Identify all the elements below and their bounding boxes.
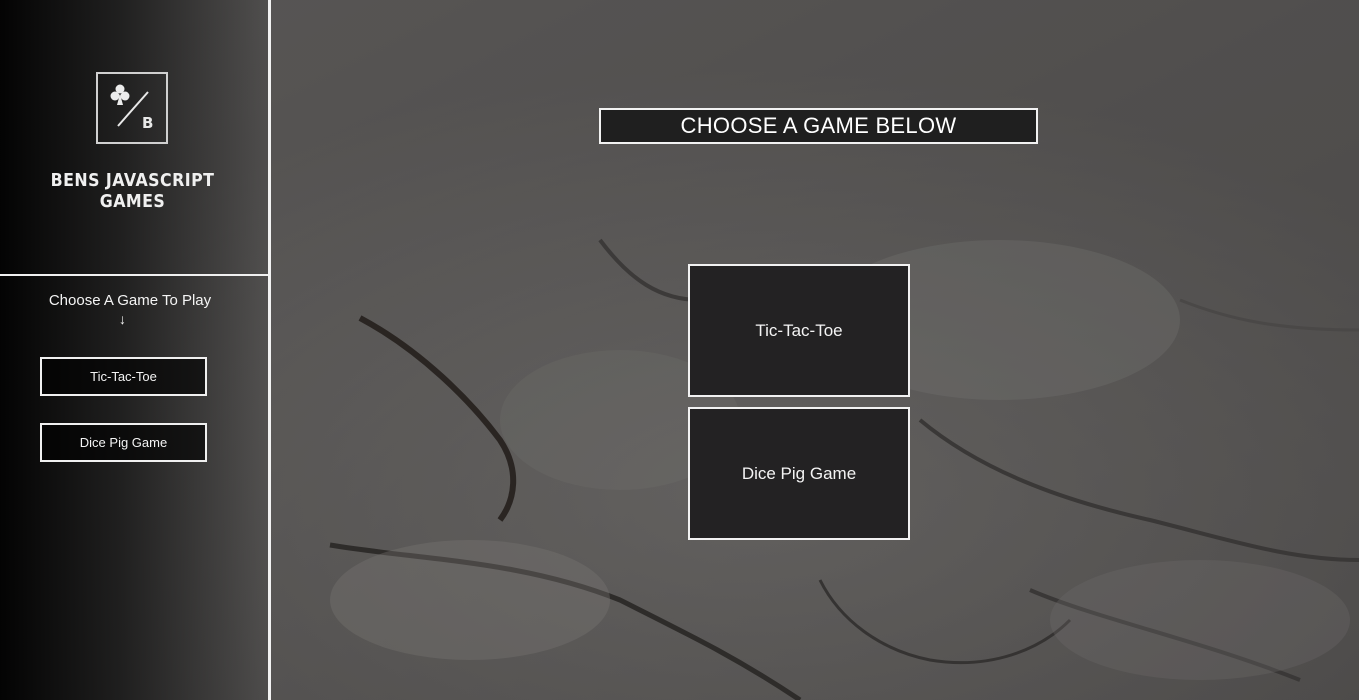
arrow-down-icon: ↓ (119, 311, 126, 327)
sidebar-item-dice-pig-game[interactable]: Dice Pig Game (40, 423, 207, 462)
sidebar-heading: Choose A Game To Play (48, 292, 212, 309)
sidebar-item-tic-tac-toe[interactable]: Tic-Tac-Toe (40, 357, 207, 396)
site-brand-title: BENS JAVASCRIPT GAMES (50, 170, 215, 212)
logo-letter: B (142, 114, 154, 132)
club-icon (110, 84, 130, 105)
sidebar: B BENS JAVASCRIPT GAMES Choose A Game To… (0, 0, 271, 700)
page-title: CHOOSE A GAME BELOW (599, 108, 1038, 144)
game-card-dice-pig-game[interactable]: Dice Pig Game (688, 407, 910, 540)
game-card-tic-tac-toe[interactable]: Tic-Tac-Toe (688, 264, 910, 397)
sidebar-divider (0, 274, 268, 276)
site-logo[interactable]: B (96, 72, 168, 144)
